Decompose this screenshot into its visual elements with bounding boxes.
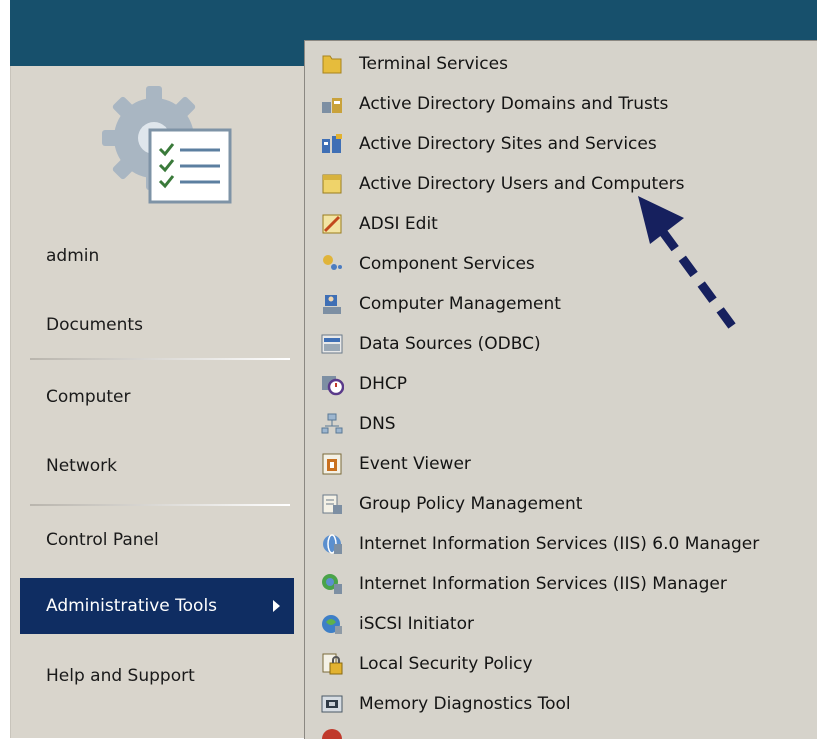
submenu-item-partial[interactable] — [305, 724, 817, 739]
submenu-item-iis-manager[interactable]: Internet Information Services (IIS) Mana… — [305, 564, 817, 604]
left-item-help-and-support[interactable]: Help and Support — [20, 648, 294, 704]
left-item-label: Documents — [46, 315, 143, 335]
admin-tools-picture-icon — [102, 86, 232, 204]
left-item-control-panel[interactable]: Control Panel — [20, 512, 294, 568]
submenu-item-label: Memory Diagnostics Tool — [359, 694, 571, 714]
left-item-label: Network — [46, 456, 117, 476]
submenu-item-label: Component Services — [359, 254, 535, 274]
submenu-item-dhcp[interactable]: DHCP — [305, 364, 817, 404]
submenu-item-label: Event Viewer — [359, 454, 471, 474]
event-viewer-icon — [319, 451, 345, 477]
submenu-item-label: DNS — [359, 414, 396, 434]
submenu-item-label: Active Directory Domains and Trusts — [359, 94, 669, 114]
submenu-item-group-policy-management[interactable]: Group Policy Management — [305, 484, 817, 524]
odbc-icon — [319, 331, 345, 357]
left-item-label: Help and Support — [46, 666, 195, 686]
submenu-item-dns[interactable]: DNS — [305, 404, 817, 444]
submenu-item-memory-diagnostics[interactable]: Memory Diagnostics Tool — [305, 684, 817, 724]
submenu-item-iscsi-initiator[interactable]: iSCSI Initiator — [305, 604, 817, 644]
left-item-label: Administrative Tools — [46, 596, 218, 616]
submenu-item-label: Data Sources (ODBC) — [359, 334, 541, 354]
sites-services-icon — [319, 131, 345, 157]
folder-icon — [319, 51, 345, 77]
submenu-item-iis6-manager[interactable]: Internet Information Services (IIS) 6.0 … — [305, 524, 817, 564]
security-policy-icon — [319, 651, 345, 677]
left-separator — [30, 504, 290, 506]
dns-icon — [319, 411, 345, 437]
memory-diagnostics-icon — [319, 691, 345, 717]
submenu-item-label: iSCSI Initiator — [359, 614, 474, 634]
dhcp-icon — [319, 371, 345, 397]
users-computers-icon — [319, 171, 345, 197]
submenu-item-event-viewer[interactable]: Event Viewer — [305, 444, 817, 484]
left-item-admin[interactable]: admin — [20, 228, 294, 284]
submenu-item-label: Active Directory Sites and Services — [359, 134, 657, 154]
left-item-label: Control Panel — [46, 530, 159, 550]
group-policy-icon — [319, 491, 345, 517]
left-item-computer[interactable]: Computer — [20, 369, 294, 425]
submenu-item-terminal-services[interactable]: Terminal Services — [305, 44, 817, 84]
annotation-arrow-icon — [638, 196, 736, 329]
submenu-item-ad-sites-services[interactable]: Active Directory Sites and Services — [305, 124, 817, 164]
submenu-item-label: Group Policy Management — [359, 494, 583, 514]
submenu-item-ad-domains-trusts[interactable]: Active Directory Domains and Trusts — [305, 84, 817, 124]
computer-management-icon — [319, 291, 345, 317]
iis-icon — [319, 571, 345, 597]
submenu-item-label: Internet Information Services (IIS) 6.0 … — [359, 534, 760, 554]
submenu-arrow-icon — [273, 600, 280, 612]
submenu-item-label: Terminal Services — [359, 54, 508, 74]
adsi-edit-icon — [319, 211, 345, 237]
submenu-item-label: Internet Information Services (IIS) Mana… — [359, 574, 727, 594]
submenu-item-label: ADSI Edit — [359, 214, 438, 234]
domains-trusts-icon — [319, 91, 345, 117]
left-item-network[interactable]: Network — [20, 438, 294, 494]
performance-monitor-icon — [319, 726, 345, 739]
submenu-item-label: Computer Management — [359, 294, 561, 314]
left-item-label: admin — [46, 246, 100, 266]
iscsi-icon — [319, 611, 345, 637]
submenu-item-label: Local Security Policy — [359, 654, 533, 674]
left-item-label: Computer — [46, 387, 131, 407]
submenu-item-local-security-policy[interactable]: Local Security Policy — [305, 644, 817, 684]
left-separator — [30, 358, 290, 360]
component-services-icon — [319, 251, 345, 277]
submenu-item-label: DHCP — [359, 374, 407, 394]
iis6-icon — [319, 531, 345, 557]
administrative-tools-submenu: Terminal Services Active Directory Domai… — [304, 40, 817, 739]
left-item-administrative-tools[interactable]: Administrative Tools — [20, 578, 294, 634]
left-item-documents[interactable]: Documents — [20, 297, 294, 353]
